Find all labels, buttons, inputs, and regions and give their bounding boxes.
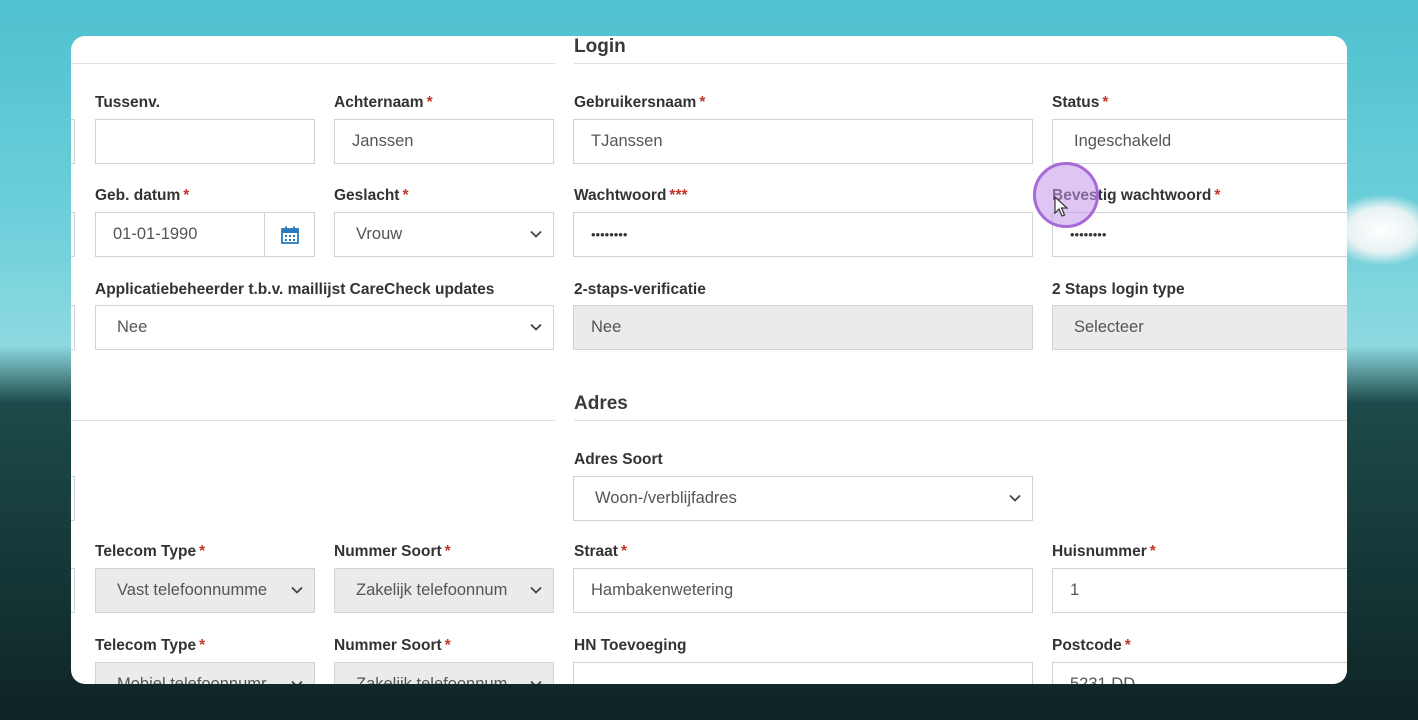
tweestaps-select[interactable]: Nee — [573, 305, 1033, 350]
status-select[interactable]: Ingeschakeld — [1052, 119, 1347, 164]
applicatiebeheerder-label: Applicatiebeheerder t.b.v. maillijst Car… — [95, 281, 495, 298]
section-title-adres: Adres — [574, 393, 628, 414]
mouse-cursor-icon — [1054, 196, 1069, 217]
straat-input[interactable]: Hambakenwetering — [573, 568, 1033, 613]
nummer-soort-label: Nummer Soort * — [334, 543, 451, 560]
calendar-icon — [280, 226, 299, 244]
status-label: Status * — [1052, 94, 1109, 111]
telecom-type-label: Telecom Type * — [95, 637, 206, 654]
calendar-button[interactable] — [264, 213, 314, 256]
gebdatum-input[interactable]: 01-01-1990 — [95, 212, 315, 257]
divider — [71, 63, 555, 64]
bevestig-wachtwoord-input[interactable]: •••••••• — [1052, 212, 1347, 257]
geslacht-select[interactable]: Vrouw — [334, 212, 554, 257]
tussenv-input[interactable] — [95, 119, 315, 164]
hn-toevoeging-label: HN Toevoeging — [574, 637, 687, 654]
chevron-down-icon — [530, 586, 542, 594]
achternaam-input[interactable]: Janssen — [334, 119, 554, 164]
wachtwoord-input[interactable]: •••••••• — [573, 212, 1033, 257]
section-title-login: Login — [574, 36, 626, 57]
cursor-highlight — [1033, 162, 1099, 228]
straat-label: Straat * — [574, 543, 627, 560]
nummer-soort-label: Nummer Soort * — [334, 637, 451, 654]
divider — [574, 63, 1347, 64]
cut-off-field[interactable] — [71, 568, 75, 613]
postcode-input[interactable]: 5231 DD — [1052, 662, 1347, 684]
cut-off-field[interactable] — [71, 119, 75, 164]
gebruikersnaam-label: Gebruikersnaam * — [574, 94, 706, 111]
chevron-down-icon — [291, 680, 303, 684]
chevron-down-icon — [530, 230, 542, 238]
achternaam-label: Achternaam * — [334, 94, 433, 111]
chevron-down-icon — [1009, 494, 1021, 502]
chevron-down-icon — [291, 586, 303, 594]
hn-toevoeging-input[interactable] — [573, 662, 1033, 684]
telecom-type-select[interactable]: Mobiel telefoonnumr — [95, 662, 315, 684]
telecom-type-label: Telecom Type * — [95, 543, 206, 560]
postcode-label: Postcode * — [1052, 637, 1131, 654]
chevron-down-icon — [530, 680, 542, 684]
adres-soort-label: Adres Soort — [574, 451, 663, 468]
nummer-soort-select[interactable]: Zakelijk telefoonnum — [334, 568, 554, 613]
cut-off-field[interactable] — [71, 476, 75, 521]
adres-soort-select[interactable]: Woon-/verblijfadres — [573, 476, 1033, 521]
gebruikersnaam-input[interactable]: TJanssen — [573, 119, 1033, 164]
cut-off-field[interactable] — [71, 212, 75, 257]
geslacht-label: Geslacht * — [334, 187, 409, 204]
telecom-type-select[interactable]: Vast telefoonnumme — [95, 568, 315, 613]
tweestaps-type-select[interactable]: Selecteer — [1052, 305, 1347, 350]
gebdatum-label: Geb. datum * — [95, 187, 190, 204]
applicatiebeheerder-select[interactable]: Nee — [95, 305, 554, 350]
huisnummer-label: Huisnummer * — [1052, 543, 1156, 560]
wachtwoord-label: Wachtwoord *** — [574, 187, 688, 204]
huisnummer-input[interactable]: 1 — [1052, 568, 1347, 613]
cut-off-field[interactable] — [71, 305, 75, 350]
divider — [574, 420, 1347, 421]
nummer-soort-select[interactable]: Zakelijk telefoonnum — [334, 662, 554, 684]
tweestaps-type-label: 2 Staps login type — [1052, 281, 1185, 298]
tweestaps-label: 2-staps-verificatie — [574, 281, 706, 298]
form-panel: Login Adres Tussenv. Achternaam * Janssen… — [71, 36, 1347, 684]
tussenv-label: Tussenv. — [95, 94, 160, 111]
chevron-down-icon — [530, 323, 542, 331]
divider — [71, 420, 555, 421]
